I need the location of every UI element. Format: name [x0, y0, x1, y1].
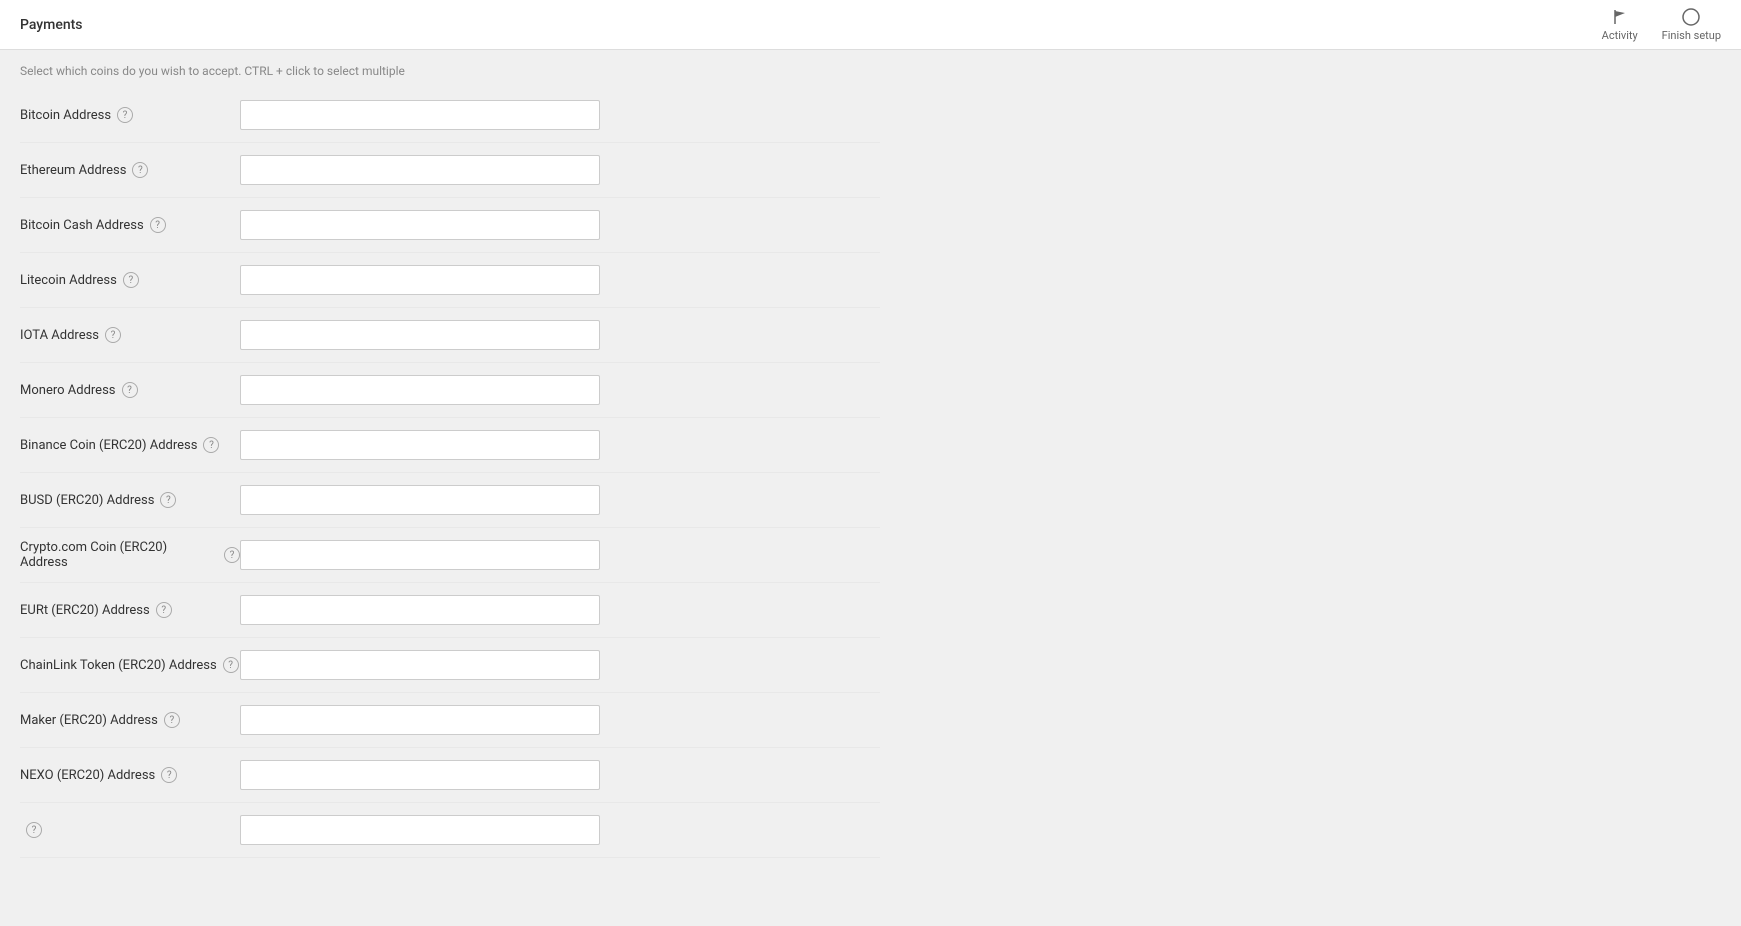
form-label-chainlink-token-erc20-address: ChainLink Token (ERC20) Address	[20, 658, 217, 673]
form-label-wrap: Litecoin Address ?	[20, 272, 240, 288]
form-label-monero-address: Monero Address	[20, 383, 116, 398]
activity-button[interactable]: Activity	[1602, 7, 1638, 42]
form-label-maker-erc20-address: Maker (ERC20) Address	[20, 713, 158, 728]
help-icon-maker-erc20-address[interactable]: ?	[164, 712, 180, 728]
form-label-iota-address: IOTA Address	[20, 328, 99, 343]
help-icon-bitcoin-cash-address[interactable]: ?	[150, 217, 166, 233]
form-label-eurt-erc20-address: EURt (ERC20) Address	[20, 603, 150, 618]
form-container: Bitcoin Address ? Ethereum Address ? Bit…	[20, 88, 880, 858]
form-input-ethereum-address[interactable]	[240, 155, 600, 185]
form-label-wrap: ?	[20, 822, 240, 838]
form-input-monero-address[interactable]	[240, 375, 600, 405]
form-label-wrap: Monero Address ?	[20, 382, 240, 398]
form-input-unknown-erc20-address[interactable]	[240, 815, 600, 845]
form-label-ethereum-address: Ethereum Address	[20, 163, 126, 178]
flag-icon	[1610, 7, 1630, 27]
form-label-wrap: NEXO (ERC20) Address ?	[20, 767, 240, 783]
form-row: Litecoin Address ?	[20, 253, 880, 308]
topbar: Payments Activity Finish setup	[0, 0, 1741, 50]
help-icon-ethereum-address[interactable]: ?	[132, 162, 148, 178]
form-label-wrap: ChainLink Token (ERC20) Address ?	[20, 657, 240, 673]
help-icon-chainlink-token-erc20-address[interactable]: ?	[223, 657, 239, 673]
form-label-bitcoin-cash-address: Bitcoin Cash Address	[20, 218, 144, 233]
form-label-wrap: BUSD (ERC20) Address ?	[20, 492, 240, 508]
form-row: Monero Address ?	[20, 363, 880, 418]
help-icon[interactable]: ?	[26, 822, 42, 838]
form-label-wrap: Bitcoin Address ?	[20, 107, 240, 123]
form-label-litecoin-address: Litecoin Address	[20, 273, 117, 288]
form-label-wrap: Ethereum Address ?	[20, 162, 240, 178]
form-input-iota-address[interactable]	[240, 320, 600, 350]
activity-label: Activity	[1602, 29, 1638, 42]
form-label-crypto-com-coin-erc20-address: Crypto.com Coin (ERC20) Address	[20, 540, 218, 570]
form-label-busd-erc20-address: BUSD (ERC20) Address	[20, 493, 154, 508]
form-input-litecoin-address[interactable]	[240, 265, 600, 295]
finish-setup-label: Finish setup	[1662, 29, 1721, 42]
help-icon-bitcoin-address[interactable]: ?	[117, 107, 133, 123]
form-row: ChainLink Token (ERC20) Address ?	[20, 638, 880, 693]
form-row: BUSD (ERC20) Address ?	[20, 473, 880, 528]
page-title: Payments	[20, 17, 83, 33]
subtitle-text: Select which coins do you wish to accept…	[20, 50, 880, 88]
form-label-wrap: Bitcoin Cash Address ?	[20, 217, 240, 233]
form-label-binance-coin-erc20-address: Binance Coin (ERC20) Address	[20, 438, 197, 453]
form-input-maker-erc20-address[interactable]	[240, 705, 600, 735]
form-label-wrap: Binance Coin (ERC20) Address ?	[20, 437, 240, 453]
help-icon-crypto-com-coin-erc20-address[interactable]: ?	[224, 547, 240, 563]
help-icon-monero-address[interactable]: ?	[122, 382, 138, 398]
form-row: Crypto.com Coin (ERC20) Address ?	[20, 528, 880, 583]
help-icon-litecoin-address[interactable]: ?	[123, 272, 139, 288]
finish-setup-button[interactable]: Finish setup	[1662, 7, 1721, 42]
help-icon-eurt-erc20-address[interactable]: ?	[156, 602, 172, 618]
form-label-nexo-erc20-address: NEXO (ERC20) Address	[20, 768, 155, 783]
form-row: Ethereum Address ?	[20, 143, 880, 198]
form-input-nexo-erc20-address[interactable]	[240, 760, 600, 790]
form-row: Bitcoin Cash Address ?	[20, 198, 880, 253]
form-label-wrap: IOTA Address ?	[20, 327, 240, 343]
form-label-bitcoin-address: Bitcoin Address	[20, 108, 111, 123]
help-icon-nexo-erc20-address[interactable]: ?	[161, 767, 177, 783]
form-row: Maker (ERC20) Address ?	[20, 693, 880, 748]
form-row: EURt (ERC20) Address ?	[20, 583, 880, 638]
form-input-eurt-erc20-address[interactable]	[240, 595, 600, 625]
form-row: ?	[20, 803, 880, 858]
help-icon-binance-coin-erc20-address[interactable]: ?	[203, 437, 219, 453]
form-input-crypto-com-coin-erc20-address[interactable]	[240, 540, 600, 570]
form-input-busd-erc20-address[interactable]	[240, 485, 600, 515]
help-icon-busd-erc20-address[interactable]: ?	[160, 492, 176, 508]
help-icon-iota-address[interactable]: ?	[105, 327, 121, 343]
form-row: IOTA Address ?	[20, 308, 880, 363]
form-row: NEXO (ERC20) Address ?	[20, 748, 880, 803]
form-row: Bitcoin Address ?	[20, 88, 880, 143]
form-input-chainlink-token-erc20-address[interactable]	[240, 650, 600, 680]
form-label-wrap: EURt (ERC20) Address ?	[20, 602, 240, 618]
form-label-wrap: Crypto.com Coin (ERC20) Address ?	[20, 540, 240, 570]
form-input-bitcoin-cash-address[interactable]	[240, 210, 600, 240]
form-row: Binance Coin (ERC20) Address ?	[20, 418, 880, 473]
circle-icon	[1681, 7, 1701, 27]
form-input-binance-coin-erc20-address[interactable]	[240, 430, 600, 460]
topbar-actions: Activity Finish setup	[1602, 7, 1721, 42]
form-label-wrap: Maker (ERC20) Address ?	[20, 712, 240, 728]
form-input-bitcoin-address[interactable]	[240, 100, 600, 130]
main-content: Select which coins do you wish to accept…	[0, 50, 900, 898]
